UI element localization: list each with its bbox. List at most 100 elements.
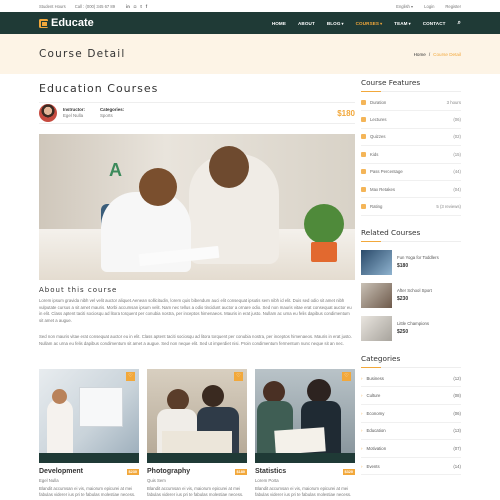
site-logo[interactable]: Educate xyxy=(39,17,94,29)
feature-duration: Duration 3 hours xyxy=(361,94,461,112)
course-card-image: ♡ xyxy=(39,369,139,453)
social-links: in ◘ t f xyxy=(126,4,147,9)
category-motivation[interactable]: › Motivation (07) xyxy=(361,440,461,458)
course-card-price: $180 xyxy=(234,468,247,475)
course-card-development[interactable]: ♡ Development $230 Egel Nulla Blandit ac… xyxy=(39,369,139,500)
twitter-icon[interactable]: t xyxy=(140,4,141,9)
related-course-price: $250 xyxy=(397,329,409,336)
chevron-right-icon: › xyxy=(361,375,363,381)
course-card-description: Blandit accumsan ei vis, maiorum epicure… xyxy=(147,486,244,498)
related-course-item[interactable]: Little Champions $250 xyxy=(361,315,461,341)
course-card-title[interactable]: Statistics xyxy=(255,468,286,475)
search-icon[interactable]: ⌕ xyxy=(458,20,461,27)
course-card-image: ♡ xyxy=(255,369,355,453)
course-meta: Instructor: Egel Nulla Categories: Sport… xyxy=(39,102,355,124)
heading-divider xyxy=(361,366,461,368)
about-paragraph-1: Lorem ipsum gravida nibh vel velit aucto… xyxy=(39,298,352,323)
course-card-title[interactable]: Development xyxy=(39,468,83,475)
breadcrumb-home[interactable]: Home xyxy=(414,52,426,57)
breadcrumb-current: Course Detail xyxy=(433,51,461,57)
call-text: Call : (000) 345 67 89 xyxy=(74,3,116,9)
course-card-statistics[interactable]: ♡ Statistics $320 Lorem Porta Blandit ac… xyxy=(255,369,355,500)
category-name[interactable]: Sports xyxy=(100,113,113,118)
chevron-right-icon: › xyxy=(361,428,363,434)
course-card-price: $230 xyxy=(126,468,139,475)
wishlist-heart-icon[interactable]: ♡ xyxy=(342,372,351,381)
category-economy[interactable]: › Economy (06) xyxy=(361,405,461,423)
course-card-bar xyxy=(39,453,139,463)
percent-icon xyxy=(361,169,366,175)
linkedin-icon[interactable]: in xyxy=(126,4,130,9)
category-education[interactable]: › Education (13) xyxy=(361,423,461,441)
register-link[interactable]: Register xyxy=(445,4,461,9)
logo-text: Educate xyxy=(51,17,94,29)
heading-divider xyxy=(361,240,461,242)
page-header-band: Course Detail Home / Course Detail xyxy=(0,34,500,74)
course-card-price: $320 xyxy=(342,468,355,475)
course-card-photography[interactable]: ♡ Photography $180 Quis Sem Blandit accu… xyxy=(147,369,247,500)
chevron-right-icon: › xyxy=(361,445,363,451)
breadcrumb: Home / Course Detail xyxy=(414,52,461,57)
instructor-name[interactable]: Egel Nulla xyxy=(63,113,83,118)
instructor-avatar xyxy=(39,104,57,122)
nav-courses[interactable]: COURSES▾ xyxy=(356,21,383,26)
chevron-right-icon: › xyxy=(361,410,363,416)
course-card-title[interactable]: Photography xyxy=(147,468,190,475)
book-icon xyxy=(361,117,366,123)
related-course-item[interactable]: Fun Yoga for Toddlers $180 xyxy=(361,249,461,275)
nav-about[interactable]: ABOUT xyxy=(298,21,315,26)
retake-icon xyxy=(361,186,366,192)
related-course-title[interactable]: Little Champions xyxy=(397,321,429,326)
instructor-block: Instructor: Egel Nulla xyxy=(63,107,85,119)
chevron-down-icon: ▾ xyxy=(380,20,383,26)
nav-contact[interactable]: CONTACT xyxy=(423,21,446,26)
course-card-bar xyxy=(147,453,247,463)
categories-heading: Categories xyxy=(361,353,401,363)
related-course-title[interactable]: After School Sport xyxy=(397,288,432,293)
course-card-author: Lorem Porta xyxy=(255,478,279,483)
main-navbar: Educate HOME ABOUT BLOG▾ COURSES▾ TEAM▾ … xyxy=(0,12,500,34)
star-icon xyxy=(361,204,366,210)
feature-quizzes: Quizzes (02) xyxy=(361,129,461,147)
feature-lectures: Lectures (06) xyxy=(361,111,461,129)
about-paragraph-2: Sed non mauris vitae erat consequat auct… xyxy=(39,334,352,346)
logo-icon xyxy=(39,18,48,28)
feature-pass-percentage: Pass Percentage (44) xyxy=(361,164,461,181)
category-culture[interactable]: › Culture (08) xyxy=(361,387,461,405)
users-icon xyxy=(361,151,366,157)
course-card-image: ♡ xyxy=(147,369,247,453)
features-heading: Course Features xyxy=(361,78,421,87)
course-main: Education Courses Instructor: Egel Nulla… xyxy=(39,78,355,500)
feature-rating: Rating 5 (3 reviews) xyxy=(361,198,461,216)
categories-list: › Business (12) › Culture (08) › Economy (06) … xyxy=(361,370,461,476)
about-heading: About this course xyxy=(39,286,118,294)
feature-max-retakes: Max Retakes (04) xyxy=(361,181,461,199)
related-course-title[interactable]: Fun Yoga for Toddlers xyxy=(397,255,439,260)
page-title: Course Detail xyxy=(39,48,126,60)
course-cards: ♡ Development $230 Egel Nulla Blandit ac… xyxy=(39,369,355,500)
course-card-description: Blandit accumsan ei vis, maiorum epicure… xyxy=(255,486,352,498)
heading-divider xyxy=(361,91,461,92)
student-hours-link[interactable]: Student Hours xyxy=(39,4,66,9)
breadcrumb-separator: / xyxy=(428,51,431,57)
category-business[interactable]: › Business (12) xyxy=(361,370,461,388)
login-link[interactable]: Login xyxy=(424,4,434,9)
instagram-icon[interactable]: ◘ xyxy=(134,4,137,9)
language-select[interactable]: English ▾ xyxy=(396,4,413,9)
course-card-description: Blandit accumsan ei vis, maiorum epicure… xyxy=(39,486,136,498)
related-course-item[interactable]: After School Sport $230 xyxy=(361,282,461,308)
wishlist-heart-icon[interactable]: ♡ xyxy=(234,372,243,381)
category-events[interactable]: › Events (14) xyxy=(361,458,461,476)
related-course-thumb xyxy=(361,315,392,341)
nav-team[interactable]: TEAM▾ xyxy=(394,21,411,26)
category-block: Categories: Sports xyxy=(100,107,124,119)
chevron-down-icon: ▾ xyxy=(341,20,344,26)
nav-blog[interactable]: BLOG▾ xyxy=(327,21,344,26)
chevron-right-icon: › xyxy=(361,463,363,469)
chevron-down-icon: ▾ xyxy=(408,20,411,26)
related-course-thumb xyxy=(361,282,392,308)
course-card-author: Quis Sem xyxy=(147,478,166,483)
facebook-icon[interactable]: f xyxy=(146,4,147,9)
wishlist-heart-icon[interactable]: ♡ xyxy=(126,372,135,381)
nav-home[interactable]: HOME xyxy=(272,21,286,26)
